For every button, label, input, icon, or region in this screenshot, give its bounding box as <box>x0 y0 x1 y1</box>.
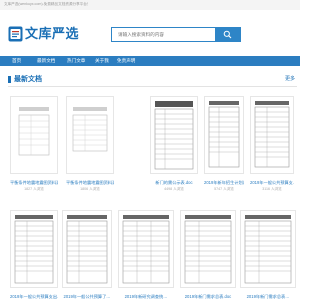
doc-views: 1806 人浏览 <box>80 187 100 191</box>
doc-thumbnail[interactable] <box>10 96 58 174</box>
nav-item-about[interactable]: 关于我 <box>95 58 109 64</box>
nav-item-hot[interactable]: 热门文章 <box>67 58 85 64</box>
doc-title[interactable]: 2019年一般公共预算支出… <box>10 294 58 299</box>
doc-card[interactable]: 2019年新研究调查统… <box>118 210 174 300</box>
doc-views: 4498 人浏览 <box>164 187 184 191</box>
section-icon <box>8 76 11 83</box>
doc-thumbnail[interactable] <box>250 96 294 174</box>
nav-item-disclaimer[interactable]: 免责声明 <box>117 58 135 64</box>
logo-icon <box>8 26 23 42</box>
doc-title[interactable]: 2019年新门需求总表… <box>240 294 296 299</box>
search-box <box>111 27 241 42</box>
doc-views: 1827 人浏览 <box>24 187 44 191</box>
doc-title[interactable]: 2019年一般公共预算支… <box>250 180 294 185</box>
doc-card[interactable]: 2019年新门需求总表… <box>240 210 296 300</box>
doc-thumbnail[interactable] <box>118 210 174 288</box>
doc-thumbnail[interactable] <box>150 96 198 174</box>
doc-card[interactable]: 2019年一般公共预算支出… <box>10 210 58 300</box>
doc-card[interactable]: 2019年新门需求总表.doc <box>180 210 236 300</box>
doc-title[interactable]: 平衡条件地震地震图资料汇… <box>10 180 58 185</box>
doc-views: 3116 人浏览 <box>262 187 282 191</box>
search-button[interactable] <box>215 28 240 41</box>
doc-card[interactable]: 平衡条件地震地震图资料汇… 1827 人浏览 <box>10 96 58 196</box>
doc-thumbnail[interactable] <box>180 210 236 288</box>
search-input[interactable] <box>112 28 215 41</box>
search-icon <box>223 30 232 39</box>
doc-thumbnail[interactable] <box>10 210 58 288</box>
latest-docs-header: 最新文档 更多 <box>8 73 297 87</box>
nav-item-home[interactable]: 首页 <box>12 58 21 64</box>
top-info-bar: 文库严选(wenkuyx.com)-免费精品文档资源分享平台！ <box>0 0 300 10</box>
doc-card[interactable]: 平衡条件地震地震图资料汇… 1806 人浏览 <box>66 96 114 196</box>
doc-title[interactable]: 2019年一般公共预算了… <box>62 294 112 299</box>
doc-thumbnail[interactable] <box>240 210 296 288</box>
more-link[interactable]: 更多 <box>285 75 295 82</box>
doc-card[interactable]: 新门的需公示表.doc 4498 人浏览 <box>150 96 198 196</box>
main-nav: 首页 最新文档 热门文章 关于我 免责声明 <box>0 56 300 66</box>
site-tagline: 文库严选(wenkuyx.com)-免费精品文档资源分享平台！ <box>4 2 91 6</box>
doc-thumbnail[interactable] <box>62 210 112 288</box>
doc-card[interactable]: 2019年一般公共预算支… 3116 人浏览 <box>250 96 294 196</box>
doc-title[interactable]: 2019年新门需求总表.doc <box>180 294 236 299</box>
doc-thumbnail[interactable] <box>204 96 244 174</box>
doc-title[interactable]: 新门的需公示表.doc <box>150 180 198 185</box>
nav-item-latest[interactable]: 最新文档 <box>37 58 55 64</box>
logo-text: 文库严选 <box>25 26 80 41</box>
doc-card[interactable]: 2019年新年招生计划总表.doc 5747 人浏览 <box>204 96 244 196</box>
site-logo[interactable]: 文库严选 <box>8 25 79 45</box>
section-title: 最新文档 <box>14 76 42 83</box>
doc-views: 5747 人浏览 <box>214 187 234 191</box>
doc-title[interactable]: 平衡条件地震地震图资料汇… <box>66 180 114 185</box>
doc-title[interactable]: 2019年新年招生计划总表.doc <box>204 180 244 185</box>
doc-card[interactable]: 2019年一般公共预算了… <box>62 210 112 300</box>
doc-title[interactable]: 2019年新研究调查统… <box>118 294 174 299</box>
doc-thumbnail[interactable] <box>66 96 114 174</box>
